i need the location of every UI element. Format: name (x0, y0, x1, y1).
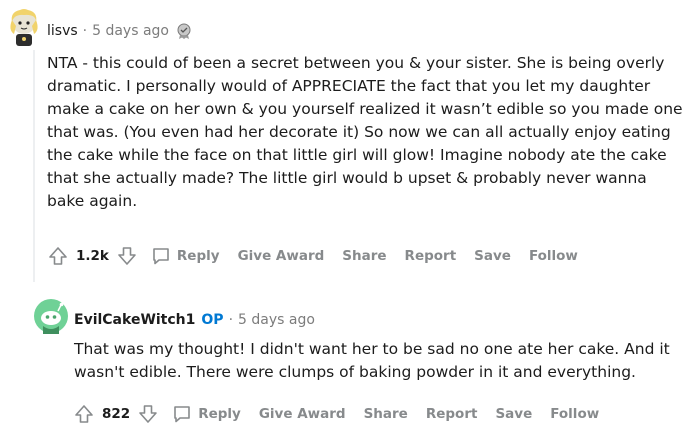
follow-button[interactable]: Follow (529, 248, 578, 264)
follow-button[interactable]: Follow (550, 406, 599, 422)
reply-button[interactable]: Reply (151, 246, 220, 266)
downvote-icon[interactable] (138, 404, 158, 424)
share-button[interactable]: Share (364, 406, 408, 422)
comment: lisvs · 5 days ago NTA - this could of b… (0, 0, 700, 282)
meta-separator: · (228, 312, 234, 328)
op-badge: OP (201, 312, 224, 328)
comment-actions: 1.2k Reply Give Award Share Report Save … (48, 246, 578, 266)
avatar[interactable] (33, 298, 69, 334)
comment-header: lisvs · 5 days ago (47, 22, 193, 40)
avatar[interactable] (6, 8, 42, 48)
save-button[interactable]: Save (495, 406, 532, 422)
reply-icon (153, 248, 169, 265)
comment-reply: EvilCakeWitch1 OP · 5 days ago That was … (0, 282, 700, 441)
upvote-icon[interactable] (74, 404, 94, 424)
timestamp[interactable]: 5 days ago (92, 23, 169, 39)
author-name[interactable]: lisvs (47, 23, 78, 39)
comment-header: EvilCakeWitch1 OP · 5 days ago (74, 312, 315, 328)
comment-body: That was my thought! I didn't want her t… (74, 340, 670, 381)
downvote-icon[interactable] (117, 246, 137, 266)
thread-line[interactable] (33, 50, 35, 282)
report-button[interactable]: Report (405, 248, 457, 264)
comment-actions: 822 Reply Give Award Share Report Save F… (74, 404, 599, 424)
reply-icon (174, 406, 190, 423)
share-button[interactable]: Share (342, 248, 386, 264)
vote-score: 822 (102, 406, 131, 422)
reply-label: Reply (176, 248, 220, 264)
give-award-button[interactable]: Give Award (259, 406, 346, 422)
vote-score: 1.2k (76, 248, 109, 264)
comment-body: NTA - this could of been a secret betwee… (47, 54, 683, 210)
save-button[interactable]: Save (474, 248, 511, 264)
author-name[interactable]: EvilCakeWitch1 (74, 312, 195, 328)
reply-button[interactable]: Reply (172, 404, 241, 424)
gold-award-icon[interactable] (175, 22, 193, 40)
give-award-button[interactable]: Give Award (238, 248, 325, 264)
timestamp[interactable]: 5 days ago (238, 312, 315, 328)
upvote-icon[interactable] (48, 246, 68, 266)
meta-separator: · (82, 23, 88, 39)
report-button[interactable]: Report (426, 406, 478, 422)
reply-label: Reply (198, 406, 241, 422)
